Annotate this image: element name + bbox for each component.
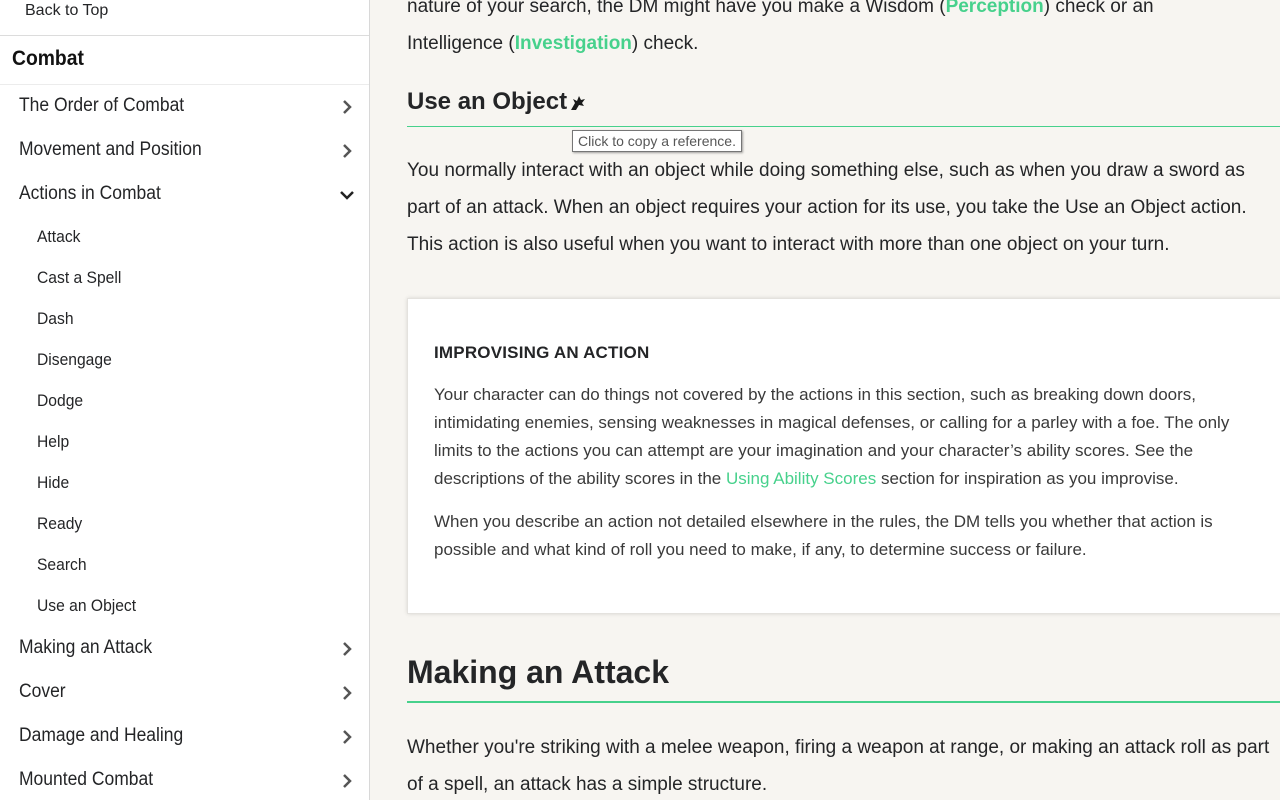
- chevron-right-icon[interactable]: [339, 683, 355, 703]
- intro-text: ) check or an: [1043, 0, 1154, 17]
- sidebar-box-paragraph: Your character can do things not covered…: [434, 381, 1264, 493]
- sidebar-subitem-label: Dodge: [37, 391, 84, 410]
- sidebar-subitem-label: Use an Object: [37, 596, 137, 615]
- sidebar-subitem-ready[interactable]: Ready: [0, 504, 369, 545]
- sidebar-subitem-cast-a-spell[interactable]: Cast a Spell: [0, 258, 369, 299]
- sidebar-item-label: Actions in Combat: [19, 183, 161, 204]
- intro-text: ) check.: [631, 33, 699, 54]
- intro-text: Intelligence (: [407, 33, 515, 54]
- use-an-object-paragraph: You normally interact with an object whi…: [407, 160, 1247, 255]
- chevron-right-icon[interactable]: [339, 771, 355, 791]
- sidebar-subitem-use-an-object[interactable]: Use an Object: [0, 586, 369, 627]
- sidebar-subitem-search[interactable]: Search: [0, 545, 369, 586]
- intro-text: nature of your search, the DM might have…: [407, 0, 946, 17]
- chevron-right-icon[interactable]: [339, 141, 355, 161]
- heading-underline: [407, 126, 1280, 127]
- sidebar-subitem-label: Attack: [37, 227, 81, 246]
- sidebar-subitem-hide[interactable]: Hide: [0, 463, 369, 504]
- making-an-attack-heading: Making an Attack: [407, 654, 669, 690]
- making-an-attack-paragraph: Whether you're striking with a melee wea…: [407, 737, 1270, 795]
- copy-reference-tooltip: Click to copy a reference.: [572, 130, 742, 152]
- sidebar-divider: [0, 35, 369, 36]
- sidebar-item-order-of-combat[interactable]: The Order of Combat: [0, 85, 369, 129]
- chevron-right-icon[interactable]: [339, 97, 355, 117]
- heading-underline: [407, 701, 1280, 703]
- sidebar-item-damage-and-healing[interactable]: Damage and Healing: [0, 715, 369, 759]
- sidebar-subitem-label: Ready: [37, 514, 83, 533]
- sidebar-item-actions-in-combat[interactable]: Actions in Combat: [0, 173, 369, 217]
- sidebar-subitem-label: Search: [37, 555, 87, 574]
- sidebar-subitem-label: Disengage: [37, 350, 112, 369]
- chevron-right-icon[interactable]: [339, 727, 355, 747]
- sidebar-item-label: The Order of Combat: [19, 95, 185, 116]
- perception-link[interactable]: Perception: [946, 0, 1044, 17]
- use-an-object-heading: Use an Object: [407, 88, 568, 115]
- sidebar-subitem-dash[interactable]: Dash: [0, 299, 369, 340]
- dragon-link-icon[interactable]: [569, 94, 587, 112]
- sidebar-subitem-disengage[interactable]: Disengage: [0, 340, 369, 381]
- chevron-right-icon[interactable]: [339, 639, 355, 659]
- sidebar-subitem-dodge[interactable]: Dodge: [0, 381, 369, 422]
- back-to-top-link[interactable]: Back to Top: [25, 2, 108, 20]
- sidebar-item-making-an-attack[interactable]: Making an Attack: [0, 627, 369, 671]
- sidebar-subitem-label: Help: [37, 432, 70, 451]
- sidebar: Back to Top Combat The Order of Combat M…: [0, 0, 370, 800]
- sidebar-item-mounted-combat[interactable]: Mounted Combat: [0, 759, 369, 800]
- sidebar-item-label: Mounted Combat: [19, 769, 154, 790]
- sidebar-section-title: Combat: [12, 47, 84, 70]
- sidebar-subitem-attack[interactable]: Attack: [0, 217, 369, 258]
- chevron-down-icon[interactable]: [339, 185, 355, 205]
- sidebar-item-label: Damage and Healing: [19, 725, 184, 746]
- improvising-action-sidebar: IMPROVISING AN ACTION Your character can…: [407, 298, 1280, 614]
- intro-paragraph: nature of your search, the DM might have…: [407, 0, 1280, 62]
- sidebar-subitem-help[interactable]: Help: [0, 422, 369, 463]
- sidebar-box-title: IMPROVISING AN ACTION: [434, 343, 650, 362]
- sidebar-box-text: section for inspiration as you improvise…: [876, 469, 1179, 488]
- sidebar-box-paragraph: When you describe an action not detailed…: [434, 512, 1213, 559]
- investigation-link[interactable]: Investigation: [515, 33, 632, 54]
- sidebar-subitem-label: Dash: [37, 309, 74, 328]
- sidebar-item-cover[interactable]: Cover: [0, 671, 369, 715]
- sidebar-subitem-label: Hide: [37, 473, 70, 492]
- main-content: nature of your search, the DM might have…: [407, 0, 1280, 800]
- sidebar-item-label: Cover: [19, 681, 66, 702]
- sidebar-item-label: Movement and Position: [19, 139, 202, 160]
- using-ability-scores-link[interactable]: Using Ability Scores: [726, 469, 876, 488]
- sidebar-item-label: Making an Attack: [19, 637, 153, 658]
- sidebar-subitem-label: Cast a Spell: [37, 268, 122, 287]
- sidebar-item-movement-and-position[interactable]: Movement and Position: [0, 129, 369, 173]
